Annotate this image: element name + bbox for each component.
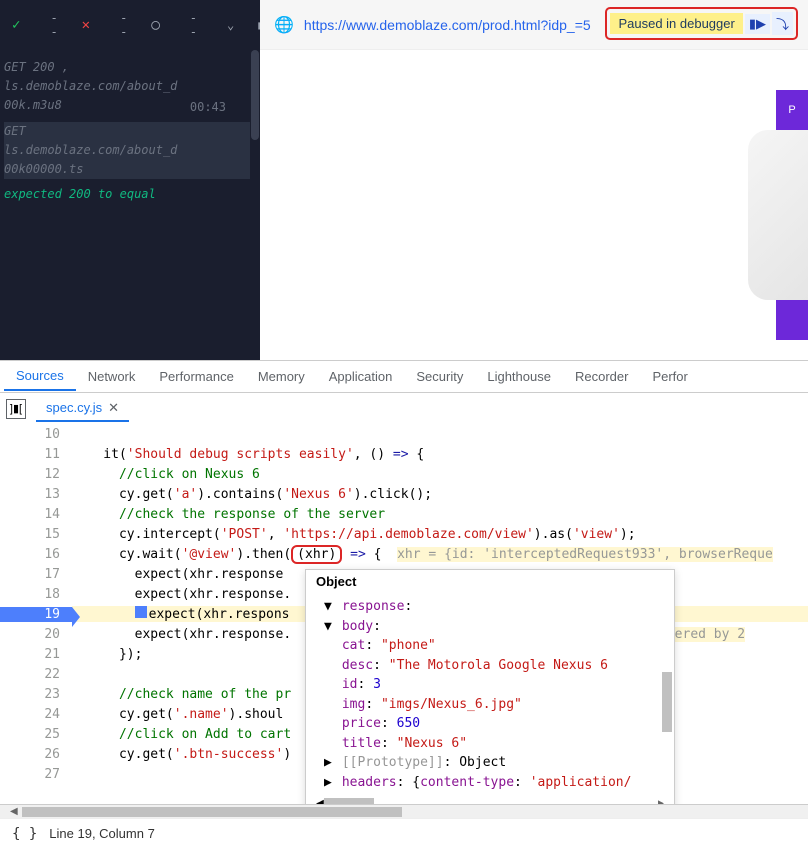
code-content[interactable]: //click on Nexus 6 (72, 467, 808, 482)
line-number[interactable]: 12 (0, 467, 72, 482)
tab-security[interactable]: Security (404, 363, 475, 390)
line-number[interactable]: 19 (0, 607, 72, 622)
object-inspector-popup[interactable]: Object▼ response: ▼ body: cat: "phone" d… (305, 569, 675, 804)
tab-recorder[interactable]: Recorder (563, 363, 640, 390)
object-property-row[interactable]: ▶ [[Prototype]]: Object (324, 753, 668, 773)
line-number[interactable]: 23 (0, 687, 72, 702)
resume-button[interactable]: ▮▶ (745, 14, 770, 34)
line-number[interactable]: 10 (0, 427, 72, 442)
tab-network[interactable]: Network (76, 363, 148, 390)
file-tab-label: spec.cy.js (46, 400, 102, 415)
tab-lighthouse[interactable]: Lighthouse (475, 363, 563, 390)
paused-label: Paused in debugger (610, 13, 742, 34)
file-tab-spec[interactable]: spec.cy.js ✕ (36, 396, 129, 422)
log-entry-active[interactable]: GET ls.demoblaze.com/about_d 00k00000.ts (4, 122, 256, 180)
line-number[interactable]: 20 (0, 627, 72, 642)
cypress-scrollbar[interactable] (250, 50, 260, 360)
app-preview: 🌐 https://www.demoblaze.com/prod.html?id… (260, 0, 808, 360)
code-content[interactable]: cy.intercept('POST', 'https://api.demobl… (72, 527, 808, 542)
line-number[interactable]: 16 (0, 547, 72, 562)
code-content[interactable]: cy.wait('@view').then((xhr) => { xhr = {… (72, 547, 808, 562)
cta-band (776, 300, 808, 340)
popup-vertical-scrollbar[interactable] (660, 610, 674, 804)
tab-sources[interactable]: Sources (4, 362, 76, 391)
cypress-runner-panel: ✓-- ✕-- ◯-- ⌄ ■ 00:43 GET 200 , ls.demob… (0, 0, 260, 360)
tab-application[interactable]: Application (317, 363, 405, 390)
status-bar: { } Line 19, Column 7 (0, 818, 808, 848)
code-line[interactable]: 11 it('Should debug scripts easily', () … (0, 444, 808, 464)
code-line[interactable]: 13 cy.get('a').contains('Nexus 6').click… (0, 484, 808, 504)
object-property-row[interactable]: desc: "The Motorola Google Nexus 6 (324, 656, 668, 676)
pretty-print-icon[interactable]: { } (12, 826, 37, 842)
brand-badge: P (776, 90, 808, 130)
line-number[interactable]: 26 (0, 747, 72, 762)
devtools-tabbar: SourcesNetworkPerformanceMemoryApplicati… (0, 360, 808, 392)
tab-performance[interactable]: Performance (147, 363, 245, 390)
code-line[interactable]: 15 cy.intercept('POST', 'https://api.dem… (0, 524, 808, 544)
log-assertion[interactable]: expected 200 to equal (4, 185, 256, 204)
close-icon[interactable]: ✕ (108, 400, 119, 416)
code-content[interactable]: //check the response of the server (72, 507, 808, 522)
object-property-row[interactable]: title: "Nexus 6" (324, 734, 668, 754)
command-log[interactable]: GET 200 , ls.demoblaze.com/about_d 00k.m… (0, 50, 260, 218)
url-text[interactable]: https://www.demoblaze.com/prod.html?idp_… (304, 17, 591, 33)
code-line[interactable]: 10 (0, 424, 808, 444)
code-content[interactable]: cy.get('a').contains('Nexus 6').click(); (72, 487, 808, 502)
object-property-row[interactable]: price: 650 (324, 714, 668, 734)
checkmark-icon[interactable]: ✓ (12, 17, 20, 33)
object-property-row[interactable]: ▶ headers: {content-type: 'application/ (324, 773, 668, 793)
show-navigator-icon[interactable]: ]▮[ (6, 399, 26, 419)
line-number[interactable]: 22 (0, 667, 72, 682)
popup-header: Object (306, 570, 674, 593)
loading-icon: ◯ (151, 17, 159, 33)
line-number[interactable]: 25 (0, 727, 72, 742)
cursor-position: Line 19, Column 7 (49, 826, 155, 841)
cypress-toolbar: ✓-- ✕-- ◯-- ⌄ ■ (0, 0, 260, 50)
tab-perfor[interactable]: Perfor (640, 363, 699, 390)
object-property-row[interactable]: id: 3 (324, 675, 668, 695)
object-property-row[interactable]: ▼ response: (324, 597, 668, 617)
chevron-down-icon[interactable]: ⌄ (227, 18, 234, 32)
popup-body[interactable]: ▼ response: ▼ body: cat: "phone" desc: "… (306, 593, 674, 796)
line-number[interactable]: 17 (0, 567, 72, 582)
scroll-left-icon[interactable]: ◀ (10, 806, 18, 817)
popup-horizontal-scrollbar[interactable]: ◀▶ (306, 796, 674, 804)
object-property-row[interactable]: img: "imgs/Nexus_6.jpg" (324, 695, 668, 715)
code-line[interactable]: 16 cy.wait('@view').then((xhr) => { xhr … (0, 544, 808, 564)
product-image (748, 130, 808, 300)
code-line[interactable]: 14 //check the response of the server (0, 504, 808, 524)
file-tabbar: ]▮[ spec.cy.js ✕ (0, 392, 808, 424)
scrollbar-thumb[interactable] (22, 807, 402, 817)
code-editor[interactable]: 10 11 it('Should debug scripts easily', (… (0, 424, 808, 804)
object-property-row[interactable]: cat: "phone" (324, 636, 668, 656)
step-over-button[interactable]: ⤵ (772, 12, 793, 35)
line-number[interactable]: 15 (0, 527, 72, 542)
line-number[interactable]: 13 (0, 487, 72, 502)
editor-horizontal-scrollbar[interactable]: ◀ (0, 804, 808, 818)
elapsed-timer: 00:43 (190, 100, 226, 114)
error-icon[interactable]: ✕ (82, 17, 90, 33)
code-line[interactable]: 12 //click on Nexus 6 (0, 464, 808, 484)
globe-icon: 🌐 (274, 15, 294, 35)
line-number[interactable]: 24 (0, 707, 72, 722)
line-number[interactable]: 21 (0, 647, 72, 662)
line-number[interactable]: 14 (0, 507, 72, 522)
object-property-row[interactable]: ▼ body: (324, 617, 668, 637)
line-number[interactable]: 18 (0, 587, 72, 602)
line-number[interactable]: 11 (0, 447, 72, 462)
debugger-overlay: Paused in debugger ▮▶ ⤵ (605, 7, 798, 40)
tab-memory[interactable]: Memory (246, 363, 317, 390)
line-number[interactable]: 27 (0, 767, 72, 782)
code-content[interactable]: it('Should debug scripts easily', () => … (72, 447, 808, 462)
